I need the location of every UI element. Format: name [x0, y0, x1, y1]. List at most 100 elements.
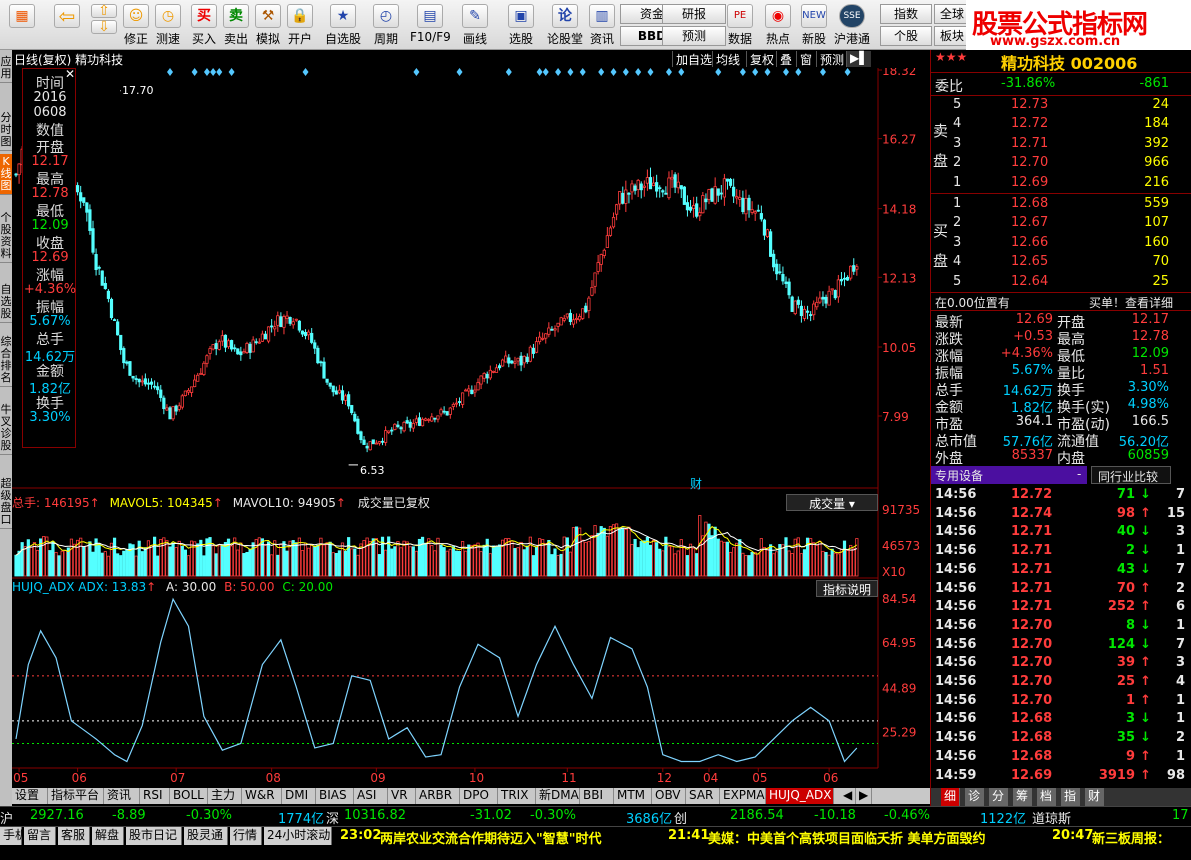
simulate-button[interactable]: ⚒ 模拟 [254, 2, 282, 48]
status-button[interactable]: 股市日记 [126, 827, 182, 845]
indicator-tab[interactable]: RSI [140, 788, 170, 804]
windows-button[interactable]: ▦ [4, 2, 40, 48]
status-button[interactable]: 解盘 [92, 827, 124, 845]
indicator-tab[interactable]: OBV [652, 788, 686, 804]
status-button[interactable]: 留言 [24, 827, 56, 845]
quote-tab[interactable]: 财 [1085, 788, 1105, 806]
sell-price[interactable]: 12.73 [1011, 97, 1048, 112]
quote-tab[interactable]: 细 [941, 788, 961, 806]
adjust-button[interactable]: 复权 [746, 51, 777, 67]
back-button[interactable]: ⇦ [50, 2, 84, 48]
indicator-tab[interactable]: EXPMA [720, 788, 766, 804]
indicator-tab[interactable]: MTM [614, 788, 652, 804]
sell-price[interactable]: 12.69 [1011, 175, 1048, 190]
quote-tab[interactable]: 诊 [965, 788, 985, 806]
indicator-tab[interactable]: W&R [242, 788, 282, 804]
buy-price[interactable]: 12.65 [1011, 254, 1048, 269]
draw-line-button[interactable]: ✎ 画线 [458, 2, 492, 48]
volume-bar [701, 535, 705, 577]
finance-marker[interactable]: 财 [690, 477, 702, 491]
status-button[interactable]: 股灵通 [184, 827, 228, 845]
indicator-tab[interactable]: BIAS [316, 788, 354, 804]
position-detail-link[interactable]: 买单！查看详细 [1089, 294, 1173, 311]
news-button[interactable]: ▥ 资讯 [588, 2, 616, 48]
status-button[interactable]: 24小时滚动 [264, 827, 332, 845]
indicator-tab[interactable]: 新DMA [536, 788, 580, 804]
data-button[interactable]: PE 数据 [726, 2, 754, 48]
tab-profile[interactable]: 个股资料 [0, 210, 12, 263]
indicator-tab[interactable]: 资讯 [104, 788, 140, 804]
overlay-button[interactable]: 叠 [776, 51, 795, 67]
tab-kline[interactable]: K线图 [0, 154, 12, 195]
sell-price[interactable]: 12.70 [1011, 155, 1048, 170]
indicator-tab[interactable]: ASI [354, 788, 388, 804]
global-button[interactable]: 全球 [934, 4, 970, 24]
tab-intraday[interactable]: 分时图 [0, 110, 12, 151]
indicator-tab[interactable]: HUJQ_ADX [766, 788, 834, 804]
indicator-tab[interactable]: TRIX [498, 788, 536, 804]
status-button[interactable]: 手机 [0, 827, 27, 845]
add-watch-button[interactable]: 加自选 [672, 51, 715, 67]
buy-price[interactable]: 12.67 [1011, 215, 1048, 230]
indicator-tab[interactable]: ARBR [416, 788, 460, 804]
status-button[interactable]: 客服 [58, 827, 90, 845]
quote-tab[interactable]: 档 [1037, 788, 1057, 806]
chart-menu-button[interactable]: ▶▌ [846, 51, 872, 67]
new-stock-button[interactable]: NEW 新股 [800, 2, 828, 48]
speed-test-button[interactable]: ◷ 测速 [154, 2, 182, 48]
news3-text[interactable]: 新三板周报： [1092, 828, 1170, 847]
buy-price[interactable]: 12.64 [1011, 274, 1048, 289]
period-button[interactable]: ◴ 周期 [366, 2, 406, 48]
index-button[interactable]: 指数 [880, 4, 932, 24]
tab-watchlist[interactable]: 自选股 [0, 282, 12, 323]
sell-price[interactable]: 12.72 [1011, 116, 1048, 131]
ma-button[interactable]: 均线 [712, 51, 743, 67]
buy-button[interactable]: 买买入 [190, 2, 218, 48]
scroll-left-icon[interactable]: ◀ [840, 788, 856, 804]
window-button[interactable]: 窗 [796, 51, 815, 67]
forum-button[interactable]: 论论股堂 [546, 2, 584, 48]
indicator-tab[interactable]: 指标平台 [48, 788, 104, 804]
tab-super-book[interactable]: 超级盘口 [0, 476, 12, 529]
sector-button[interactable]: 板块 [934, 26, 970, 46]
stock-picker-button[interactable]: ▣ 选股 [502, 2, 540, 48]
indicator-tab[interactable]: DPO [460, 788, 498, 804]
tab-ranking[interactable]: 综合排名 [0, 334, 12, 387]
indicator-help-button[interactable]: 指标说明 [816, 580, 878, 597]
hot-button[interactable]: ◉ 热点 [764, 2, 792, 48]
tab-industry-compare[interactable]: 同行业比较 [1091, 466, 1171, 484]
news2-text[interactable]: 美媒：中美首个高铁项目面临夭折 美单方面毁约 [708, 828, 986, 847]
chart-area[interactable]: 18.32 16.27 14.18 12.13 10.05 7.99 91735 46573… [12, 68, 930, 788]
sell-price[interactable]: 12.71 [1011, 136, 1048, 151]
indicator-tab[interactable]: 主力 [208, 788, 242, 804]
f10-button[interactable]: ▤ F10/F9 [410, 2, 451, 48]
volume-selector[interactable]: 成交量 ▾ [786, 494, 878, 511]
indicator-tab[interactable]: BOLL [170, 788, 208, 804]
sell-button[interactable]: 卖卖出 [222, 2, 250, 48]
indicator-tab[interactable]: 设置 [12, 788, 48, 804]
watchlist-button[interactable]: ★ 自选股 [322, 2, 364, 48]
quote-tab[interactable]: 分 [989, 788, 1009, 806]
fix-button[interactable]: ☺ 修正 [122, 2, 150, 48]
up-down-button[interactable]: ⇧ ⇩ [88, 2, 120, 48]
indicator-tab[interactable]: SAR [686, 788, 720, 804]
stock-button[interactable]: 个股 [880, 26, 932, 46]
tab-diagnose[interactable]: 牛叉诊股 [0, 402, 12, 455]
indicator-tab[interactable]: DMI [282, 788, 316, 804]
indicator-tab[interactable]: VR [388, 788, 416, 804]
hk-connect-button[interactable]: SSE 沪港通 [832, 2, 872, 48]
status-button[interactable]: 行情 [230, 827, 262, 845]
open-account-button[interactable]: 🔒 开户 [286, 2, 314, 48]
scroll-right-icon[interactable]: ▶ [856, 788, 872, 804]
buy-price[interactable]: 12.66 [1011, 235, 1048, 250]
indicator-tab[interactable]: BBI [580, 788, 614, 804]
quote-tab[interactable]: 指 [1061, 788, 1081, 806]
buy-price[interactable]: 12.68 [1011, 196, 1048, 211]
news1-text[interactable]: 两岸农业交流合作期待迈入"智慧"时代 [380, 828, 602, 847]
predict-button[interactable]: 预测 [816, 51, 847, 67]
quote-tab[interactable]: 筹 [1013, 788, 1033, 806]
forecast-button[interactable]: 预测 [662, 26, 726, 46]
research-button[interactable]: 研报 [662, 4, 726, 24]
tab-apps[interactable]: 应用 [0, 54, 12, 83]
tab-special-equipment[interactable]: 专用设备 - [931, 466, 1087, 484]
